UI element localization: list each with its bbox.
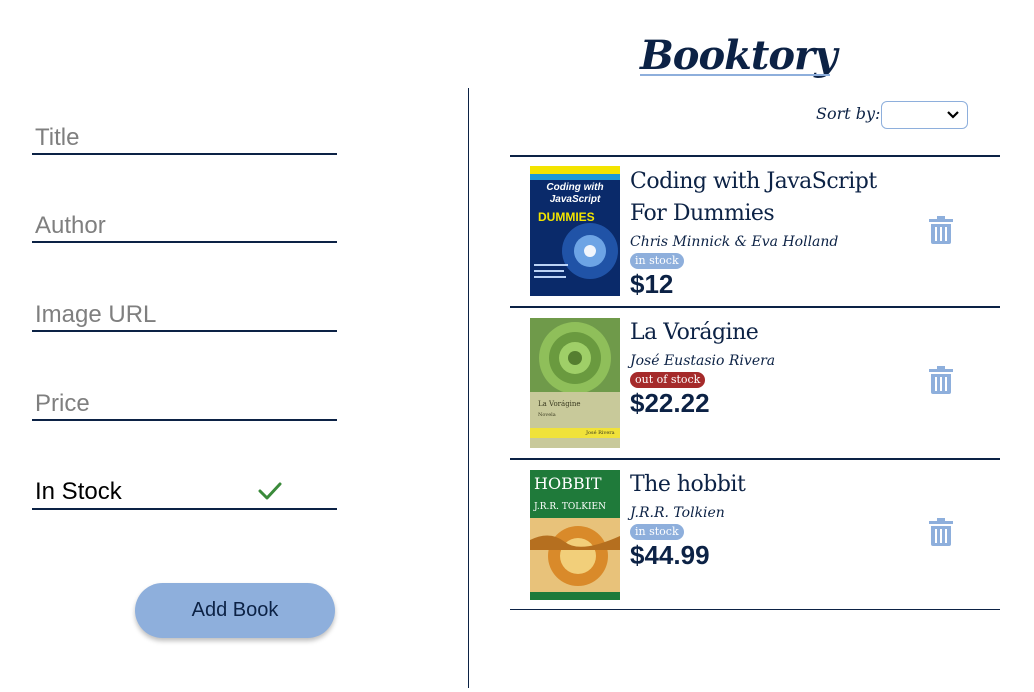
- stock-badge: out of stock: [630, 372, 706, 388]
- book-title: La Vorágine: [630, 320, 759, 345]
- in-stock-label: In Stock: [35, 478, 122, 505]
- cover-text-line: Novela: [538, 412, 556, 418]
- price-field: [32, 379, 337, 421]
- author-field: [32, 201, 337, 243]
- book-author: Chris Minnick & Eva Holland: [630, 234, 839, 250]
- cover-text-line: Coding with: [546, 182, 604, 193]
- book-cover: HOBBIT J.R.R. TOLKIEN: [530, 470, 620, 600]
- cover-brand: José Rivera: [586, 430, 615, 436]
- book-cover: Coding with JavaScript DUMMIES: [530, 166, 620, 296]
- sort-select[interactable]: [881, 101, 968, 129]
- stock-badge: in stock: [630, 524, 684, 540]
- trash-icon[interactable]: [929, 518, 953, 546]
- book-title: The hobbit: [630, 472, 746, 497]
- logo-underline: [640, 74, 830, 76]
- check-icon[interactable]: [258, 481, 282, 501]
- sort-label: Sort by:: [816, 104, 881, 123]
- book-title: Coding with JavaScript For Dummies: [630, 169, 877, 226]
- cover-text-line: JavaScript: [549, 194, 601, 205]
- in-stock-toggle[interactable]: In Stock: [32, 468, 337, 510]
- image-url-input[interactable]: [32, 301, 337, 330]
- cover-brand: DUMMIES: [538, 210, 595, 224]
- book-author: J.R.R. Tolkien: [630, 505, 725, 521]
- add-book-button[interactable]: Add Book: [135, 583, 335, 638]
- trash-icon[interactable]: [929, 216, 953, 244]
- book-price: $12: [630, 269, 674, 299]
- list-divider: [510, 609, 1000, 610]
- book-author: José Eustasio Rivera: [630, 353, 776, 369]
- book-cover: La Vorágine Novela José Rivera: [530, 318, 620, 448]
- vertical-divider: [468, 88, 469, 688]
- trash-icon[interactable]: [929, 366, 953, 394]
- book-item: Coding with JavaScript DUMMIES Coding wi…: [510, 156, 1000, 306]
- price-input[interactable]: [32, 390, 337, 419]
- book-item: HOBBIT J.R.R. TOLKIEN The hobbit J.R.R. …: [510, 460, 1000, 610]
- title-field: [32, 113, 337, 155]
- book-price: $22.22: [630, 388, 710, 418]
- cover-text-line: J.R.R. TOLKIEN: [534, 502, 606, 512]
- author-input[interactable]: [32, 212, 337, 241]
- book-price: $44.99: [630, 540, 710, 570]
- cover-text-line: La Vorágine: [538, 400, 581, 408]
- stock-badge: in stock: [630, 253, 684, 269]
- book-item: La Vorágine Novela José Rivera La Vorági…: [510, 308, 1000, 458]
- app-logo: Booktory: [640, 32, 837, 79]
- title-input[interactable]: [32, 124, 337, 153]
- chevron-down-icon: [947, 111, 959, 119]
- image-url-field: [32, 290, 337, 332]
- cover-text-line: HOBBIT: [534, 474, 602, 493]
